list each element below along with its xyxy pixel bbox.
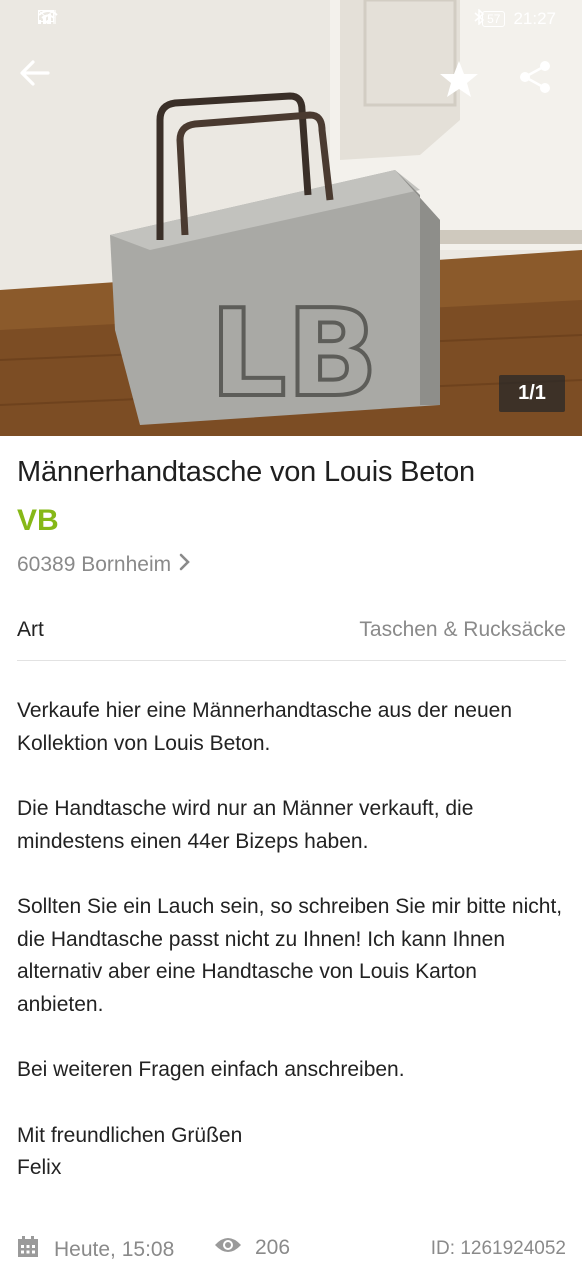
listing-title: Männerhandtasche von Louis Beton <box>17 456 475 488</box>
favorite-button[interactable] <box>439 60 489 110</box>
description-paragraph: Bei weiteren Fragen einfach anschreiben. <box>17 1058 405 1081</box>
description-paragraph: Verkaufe hier eine Männerhandtasche aus … <box>17 699 513 755</box>
listing-price: VB <box>17 504 59 537</box>
description-paragraph: Die Handtasche wird nur an Männer verkau… <box>17 797 474 853</box>
battery-indicator: 57 <box>482 11 506 27</box>
posted-date-text: Heute, 15:08 <box>54 1238 175 1261</box>
image-counter: 1/1 <box>499 375 565 412</box>
status-bar: 57 21:27 <box>0 0 582 40</box>
location-text: 60389 Bornheim <box>17 553 172 576</box>
listing-photo[interactable]: LB 57 21:27 1/1 <box>0 0 582 436</box>
bag-engraving: LB <box>210 285 378 424</box>
attribute-label: Art <box>17 618 44 641</box>
chevron-right-icon <box>179 553 191 577</box>
location-link[interactable]: 60389 Bornheim <box>17 553 191 577</box>
posted-date: Heute, 15:08 <box>17 1236 174 1264</box>
view-count-text: 206 <box>255 1236 291 1259</box>
attribute-row: Art Taschen & Rucksäcke <box>17 606 566 661</box>
description-paragraph: Sollten Sie ein Lauch sein, so schreiben… <box>17 895 563 1016</box>
description-signature: Mit freundlichen Grüßen Felix <box>17 1123 243 1180</box>
attribute-value: Taschen & Rucksäcke <box>359 618 566 641</box>
photo-illustration: LB <box>0 0 582 436</box>
back-button[interactable] <box>20 60 70 110</box>
calendar-icon <box>17 1236 39 1264</box>
share-button[interactable] <box>518 60 568 110</box>
listing-description: Verkaufe hier eine Männerhandtasche aus … <box>17 695 567 1185</box>
ad-id: ID: 1261924052 <box>430 1238 566 1259</box>
clock: 21:27 <box>513 9 556 28</box>
eye-icon <box>214 1236 242 1260</box>
view-count: 206 <box>214 1236 290 1260</box>
listing-meta: Heute, 15:08 206 ID: 1261924052 <box>17 1232 566 1268</box>
